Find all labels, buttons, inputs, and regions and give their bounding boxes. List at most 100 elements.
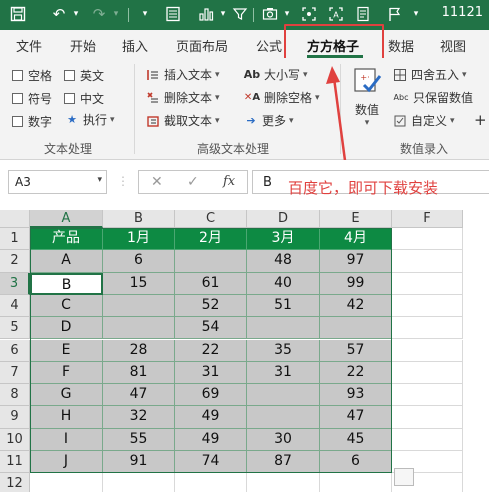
delete-text-button[interactable]: 删除文本 ▾ xyxy=(145,89,220,106)
sheet-cell[interactable] xyxy=(103,473,175,492)
sheet-cell[interactable] xyxy=(392,339,463,362)
row-header-4[interactable]: 4 xyxy=(0,294,30,318)
table-header-cell[interactable]: 1月 xyxy=(103,228,175,251)
table-cell[interactable]: 6 xyxy=(103,250,175,273)
row-header-3[interactable]: 3 xyxy=(0,272,30,295)
tab-formulas[interactable]: 公式 xyxy=(256,36,282,55)
camera-icon[interactable] xyxy=(259,3,281,25)
calculator-icon[interactable] xyxy=(162,3,184,25)
sheet-cell[interactable] xyxy=(392,317,463,340)
sheet-cell[interactable] xyxy=(392,428,463,451)
table-cell[interactable]: 74 xyxy=(175,451,247,474)
save-icon[interactable] xyxy=(8,3,28,25)
table-cell[interactable] xyxy=(247,406,320,429)
table-cell[interactable]: D xyxy=(30,317,103,340)
sheet-cell[interactable] xyxy=(392,272,463,295)
table-cell[interactable] xyxy=(247,317,320,340)
row-header-11[interactable]: 11 xyxy=(0,451,30,474)
table-cell[interactable]: 6 xyxy=(320,451,392,474)
row-header-10[interactable]: 10 xyxy=(0,428,30,451)
table-cell[interactable]: 40 xyxy=(247,272,320,295)
table-cell[interactable]: 45 xyxy=(320,428,392,451)
column-header-d[interactable]: D xyxy=(247,210,320,228)
column-header-f[interactable]: F xyxy=(392,210,463,228)
insert-text-button[interactable]: 插入文本 ▾ xyxy=(145,66,220,83)
column-header-e[interactable]: E xyxy=(320,210,392,228)
table-cell[interactable]: 22 xyxy=(175,339,247,362)
table-cell[interactable]: J xyxy=(30,451,103,474)
column-header-a[interactable]: A xyxy=(30,210,103,228)
select-all-corner[interactable] xyxy=(0,210,30,228)
redo-icon[interactable]: ↷ xyxy=(88,3,110,25)
table-cell[interactable]: 31 xyxy=(247,361,320,385)
sheet-cell[interactable] xyxy=(392,361,463,385)
round-button[interactable]: 四舍五入 ▾ xyxy=(392,66,467,83)
filter-icon[interactable] xyxy=(229,3,251,25)
checkbox-box[interactable] xyxy=(12,70,23,81)
tab-home[interactable]: 开始 xyxy=(70,36,96,55)
sheet-cell[interactable] xyxy=(392,384,463,407)
table-cell[interactable] xyxy=(103,317,175,340)
table-cell[interactable]: 47 xyxy=(320,406,392,429)
sheet-cell[interactable] xyxy=(30,473,103,492)
tab-data[interactable]: 数据 xyxy=(388,36,414,55)
sheet-cell[interactable] xyxy=(320,473,392,492)
add-icon[interactable]: + xyxy=(474,111,487,129)
flag-icon[interactable] xyxy=(383,3,405,25)
table-cell[interactable]: 93 xyxy=(320,384,392,407)
table-cell[interactable]: 99 xyxy=(320,272,392,295)
table-cell[interactable]: 52 xyxy=(175,294,247,318)
table-cell[interactable]: 31 xyxy=(175,361,247,385)
table-cell[interactable]: C xyxy=(30,294,103,318)
spreadsheet-grid[interactable]: A B C D E F 1 2 3 4 5 6 7 8 9 10 11 12 产品 1月 2月 3月 4月 A 6 48 97 B 15… xyxy=(0,206,489,492)
table-cell[interactable]: 54 xyxy=(175,317,247,340)
table-cell[interactable]: 55 xyxy=(103,428,175,451)
keep-numbers-button[interactable]: Abc 只保留数值 xyxy=(392,89,474,106)
row-header-7[interactable]: 7 xyxy=(0,361,30,385)
chart-icon[interactable] xyxy=(195,3,217,25)
table-cell[interactable]: 30 xyxy=(247,428,320,451)
table-cell[interactable]: 28 xyxy=(103,339,175,362)
table-header-cell[interactable]: 2月 xyxy=(175,228,247,251)
table-cell[interactable]: 22 xyxy=(320,361,392,385)
cancel-icon[interactable]: ✕ xyxy=(151,174,163,190)
table-cell[interactable]: 97 xyxy=(320,250,392,273)
screenshot-icon[interactable] xyxy=(298,3,320,25)
table-cell[interactable]: H xyxy=(30,406,103,429)
tab-file[interactable]: 文件 xyxy=(16,36,42,55)
column-header-c[interactable]: C xyxy=(175,210,247,228)
row-header-9[interactable]: 9 xyxy=(0,406,30,429)
checkbox-symbol[interactable]: 符号 xyxy=(12,90,52,107)
document-icon[interactable] xyxy=(352,3,374,25)
chart-dropdown-icon[interactable]: ▾ xyxy=(217,3,229,25)
table-cell[interactable]: 81 xyxy=(103,361,175,385)
table-cell[interactable]: 91 xyxy=(103,451,175,474)
row-header-8[interactable]: 8 xyxy=(0,384,30,407)
table-cell[interactable]: G xyxy=(30,384,103,407)
more-commands-icon[interactable]: ▾ xyxy=(408,3,424,25)
table-cell[interactable]: 32 xyxy=(103,406,175,429)
table-cell[interactable]: 35 xyxy=(247,339,320,362)
table-cell[interactable]: 57 xyxy=(320,339,392,362)
extract-text-button[interactable]: 截取文本 ▾ xyxy=(145,112,220,129)
sheet-cell[interactable] xyxy=(175,473,247,492)
table-cell[interactable]: 48 xyxy=(247,250,320,273)
row-header-6[interactable]: 6 xyxy=(0,339,30,362)
table-cell[interactable]: 47 xyxy=(103,384,175,407)
table-cell[interactable] xyxy=(175,250,247,273)
table-header-cell[interactable]: 4月 xyxy=(320,228,392,251)
undo-dropdown-icon[interactable]: ▾ xyxy=(70,3,82,25)
camera-dropdown-icon[interactable]: ▾ xyxy=(281,3,293,25)
checkbox-english[interactable]: 英文 xyxy=(64,67,104,84)
table-cell[interactable]: 61 xyxy=(175,272,247,295)
checkbox-number[interactable]: 数字 xyxy=(12,113,52,130)
tab-view[interactable]: 视图 xyxy=(440,36,466,55)
table-cell[interactable]: E xyxy=(30,339,103,362)
checkbox-box[interactable] xyxy=(12,116,23,127)
checkbox-box[interactable] xyxy=(64,70,75,81)
table-cell[interactable] xyxy=(247,384,320,407)
sheet-cell[interactable] xyxy=(392,228,463,251)
checkbox-box[interactable] xyxy=(64,93,75,104)
checkbox-box[interactable] xyxy=(12,93,23,104)
table-cell[interactable]: I xyxy=(30,428,103,451)
